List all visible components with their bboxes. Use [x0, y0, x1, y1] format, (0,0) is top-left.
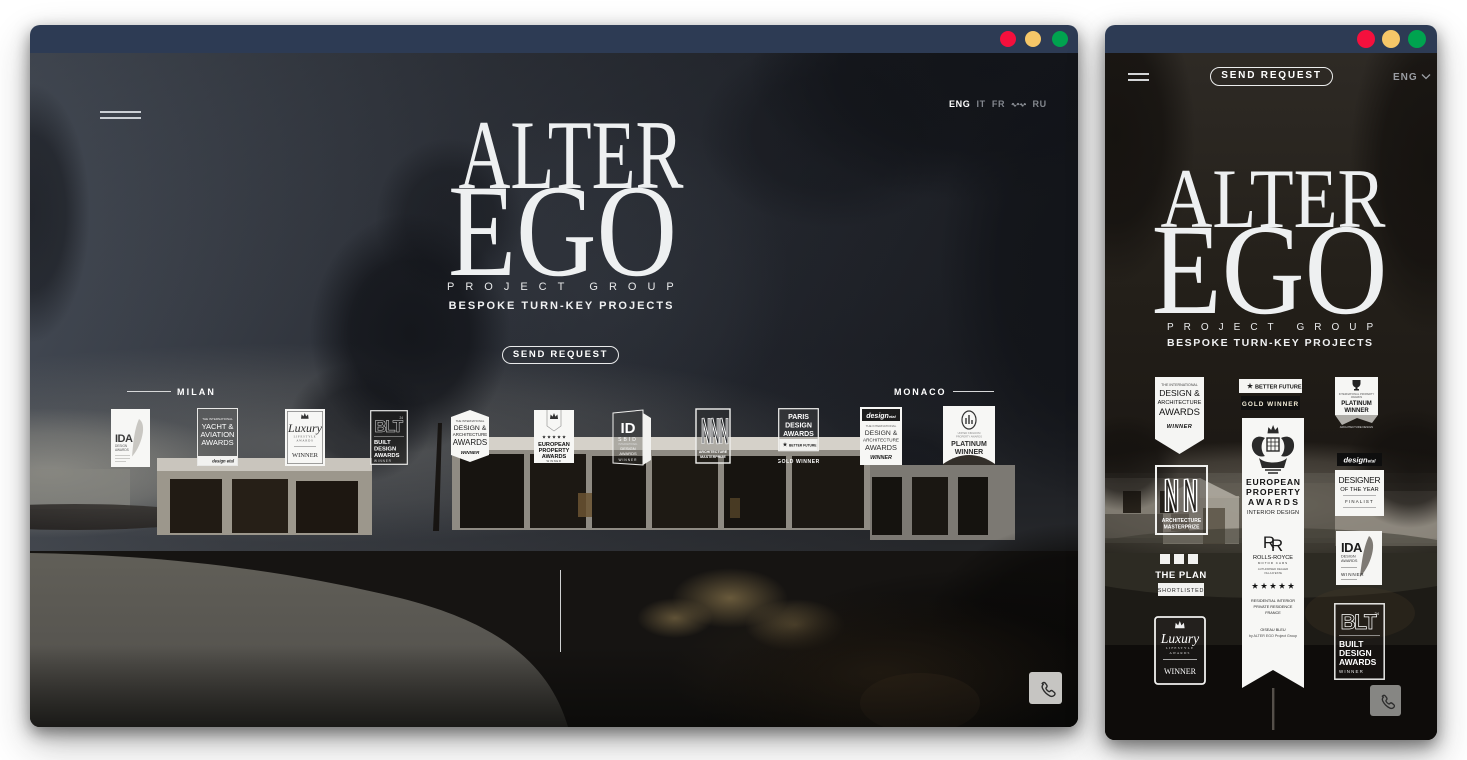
svg-text:OF THE YEAR: OF THE YEAR: [1340, 487, 1378, 493]
svg-text:GOLD WINNER: GOLD WINNER: [1242, 401, 1299, 408]
svg-text:DESIGN: DESIGN: [374, 447, 396, 453]
svg-text:AWARDS: AWARDS: [1341, 559, 1358, 563]
svg-text:THE INTERNATIONAL: THE INTERNATIONAL: [202, 417, 233, 421]
svg-text:THE INTERNATIONAL: THE INTERNATIONAL: [456, 419, 485, 423]
svg-text:THE INTERNATIONAL: THE INTERNATIONAL: [1161, 383, 1198, 387]
svg-text:designetal: designetal: [866, 413, 896, 420]
svg-text:WINNER: WINNER: [619, 458, 638, 462]
svg-text:BETTER FUTURE: BETTER FUTURE: [1255, 385, 1302, 391]
svg-text:WINNER: WINNER: [1339, 669, 1364, 674]
svg-text:WINNER: WINNER: [870, 455, 892, 461]
svg-text:Luxury: Luxury: [287, 421, 323, 435]
svg-text:THE PLAN: THE PLAN: [1155, 570, 1207, 581]
svg-text:WINNER: WINNER: [374, 459, 392, 463]
svg-text:DESIGN &: DESIGN &: [1159, 388, 1200, 398]
svg-text:PLATINUM: PLATINUM: [951, 441, 987, 448]
svg-text:24: 24: [1375, 611, 1380, 616]
svg-text:ARCHITECTURE DESIGN: ARCHITECTURE DESIGN: [1340, 425, 1373, 429]
svg-text:AWARDS: AWARDS: [453, 438, 488, 447]
svg-text:IDA: IDA: [1341, 540, 1363, 555]
svg-text:DESIGN &: DESIGN &: [865, 430, 898, 437]
svg-text:PLATINUM: PLATINUM: [1341, 401, 1372, 407]
svg-text:WINNER: WINNER: [1341, 572, 1364, 577]
svg-text:ARCHITECTURE: ARCHITECTURE: [453, 432, 487, 437]
svg-text:design etal: design etal: [212, 459, 235, 464]
svg-text:ARCHITECTURE: ARCHITECTURE: [1158, 400, 1202, 406]
svg-text:ARCHITECTURE: ARCHITECTURE: [699, 450, 728, 454]
svg-text:MASTERPRIZE: MASTERPRIZE: [700, 455, 726, 459]
svg-text:AWARDS: AWARDS: [201, 438, 233, 447]
svg-text:AWARDS: AWARDS: [1351, 395, 1362, 399]
svg-text:EGO: EGO: [1152, 198, 1388, 342]
svg-text:WINNER: WINNER: [1167, 424, 1193, 430]
svg-text:AWARDS: AWARDS: [1339, 657, 1377, 667]
svg-text:WINNER: WINNER: [461, 450, 480, 455]
svg-text:THE INTERNATIONAL: THE INTERNATIONAL: [866, 424, 897, 428]
svg-text:24: 24: [399, 416, 403, 420]
svg-text:DESIGN: DESIGN: [785, 423, 812, 430]
svg-text:ID: ID: [621, 420, 636, 437]
svg-text:ARCHITECTURE: ARCHITECTURE: [1162, 518, 1202, 524]
svg-text:WINNER: WINNER: [1164, 667, 1197, 676]
svg-text:DESIGN &: DESIGN &: [454, 425, 487, 432]
svg-text:PARIS: PARIS: [788, 414, 809, 421]
svg-text:BLT: BLT: [1341, 611, 1377, 634]
svg-text:UNITED KINGDOM: UNITED KINGDOM: [958, 431, 981, 435]
svg-text:BUILT: BUILT: [374, 440, 391, 446]
svg-text:BETTER FUTURE: BETTER FUTURE: [789, 444, 817, 448]
svg-text:LIFESTYLE: LIFESTYLE: [1166, 646, 1195, 650]
svg-text:VILLA D'ESTE: VILLA D'ESTE: [1264, 571, 1282, 575]
svg-text:WINNER: WINNER: [955, 449, 983, 456]
svg-text:INTERIOR DESIGN: INTERIOR DESIGN: [1247, 510, 1299, 516]
svg-text:AWARDS: AWARDS: [865, 443, 897, 452]
svg-text:by ALTER EGO Project Group: by ALTER EGO Project Group: [1249, 634, 1297, 638]
svg-text:AWARDS: AWARDS: [783, 431, 814, 438]
svg-text:ARCHITECTURE: ARCHITECTURE: [863, 438, 899, 443]
svg-text:OISEAU BLEU: OISEAU BLEU: [1260, 628, 1286, 632]
svg-text:DESIGN: DESIGN: [1341, 555, 1356, 559]
svg-text:AWARDS: AWARDS: [296, 439, 313, 443]
svg-text:MASTERPRIZE: MASTERPRIZE: [1164, 525, 1201, 531]
svg-text:AWARDS: AWARDS: [1159, 407, 1200, 418]
svg-text:RESIDENTIAL INTERIOR: RESIDENTIAL INTERIOR: [1251, 599, 1295, 603]
svg-text:WINNER: WINNER: [292, 452, 319, 459]
svg-text:PROPERTY AWARDS: PROPERTY AWARDS: [956, 435, 982, 439]
svg-text:WINNER: WINNER: [547, 459, 562, 463]
svg-text:Luxury: Luxury: [1160, 631, 1199, 646]
svg-text:PRIVATE RESIDENCE: PRIVATE RESIDENCE: [1254, 605, 1293, 609]
svg-text:WINNER: WINNER: [1344, 408, 1369, 414]
svg-text:EUROPEAN: EUROPEAN: [1246, 477, 1300, 487]
svg-text:R: R: [1271, 536, 1283, 555]
svg-text:PROPERTY: PROPERTY: [1246, 487, 1300, 497]
svg-text:FINALIST: FINALIST: [1345, 499, 1374, 504]
svg-text:SHORTLISTED: SHORTLISTED: [1158, 588, 1204, 594]
svg-text:FRANCE: FRANCE: [1265, 611, 1281, 615]
svg-text:MOTOR CARS: MOTOR CARS: [1258, 561, 1288, 565]
svg-text:AWARDS: AWARDS: [1169, 651, 1190, 655]
svg-text:AWARDS: AWARDS: [115, 448, 129, 452]
svg-text:GOLD WINNER: GOLD WINNER: [778, 459, 819, 465]
svg-text:DESIGNER: DESIGNER: [1339, 475, 1381, 485]
svg-text:AWARDS: AWARDS: [619, 451, 637, 456]
